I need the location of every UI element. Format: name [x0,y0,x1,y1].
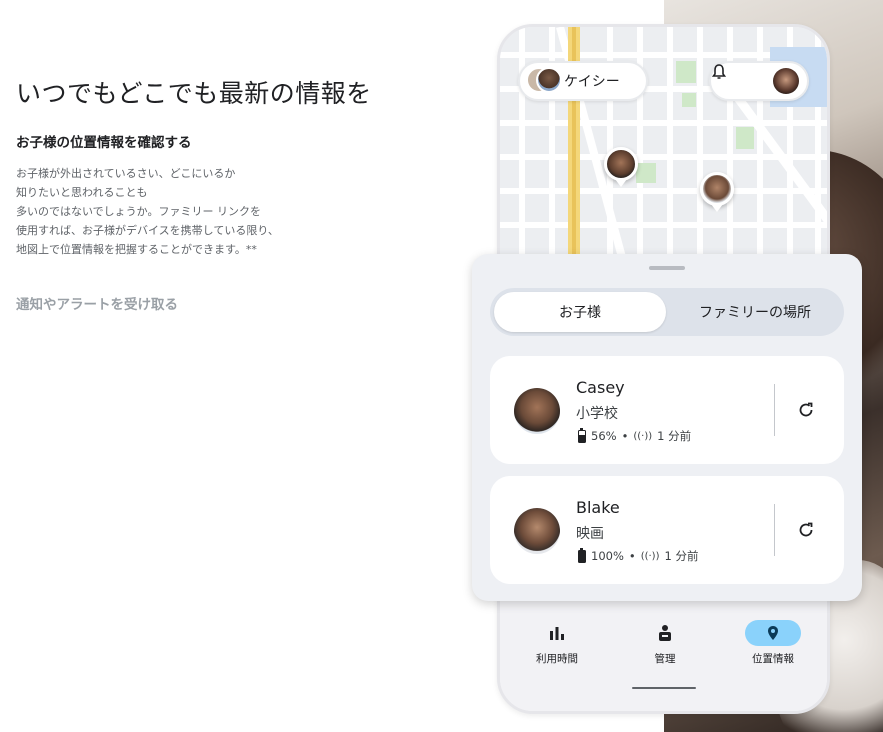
separator-dot: • [628,549,636,563]
nav-label: 利用時間 [536,653,578,665]
child-card-casey[interactable]: Casey 小学校 56% • ((·)) 1 分前 [490,356,844,464]
children-bottom-sheet: お子様 ファミリーの場所 Casey 小学校 56% • ((·)) 1 分前 … [472,254,862,601]
refresh-icon[interactable] [792,396,820,424]
tab-children[interactable]: お子様 [494,292,666,332]
body-line: お子様が外出されているさい、どこにいるか [16,167,236,180]
divider [774,504,775,556]
separator-dot: • [621,429,629,443]
map-pin-casey[interactable] [604,147,638,187]
bar-chart-icon [512,621,602,645]
avatar [514,508,560,554]
signal-icon: ((·)) [633,430,653,442]
account-avatar[interactable] [773,68,799,94]
child-card-blake[interactable]: Blake 映画 100% • ((·)) 1 分前 [490,476,844,584]
child-place: 映画 [576,526,604,542]
child-name: Blake [576,498,620,517]
battery-percent: 56% [591,429,617,443]
nav-item-screen-time[interactable]: 利用時間 [512,621,602,666]
last-updated: 1 分前 [664,549,699,563]
selected-child-name: ケイシー [564,74,620,90]
last-updated: 1 分前 [657,429,692,443]
battery-icon [578,427,586,443]
body-line: 知りたいと思われることも [16,186,148,199]
section-body: お子様が外出されているさい、どこにいるか 知りたいと思われることも 多いのではな… [16,164,279,259]
bell-icon-svg [711,64,727,79]
body-line: 多いのではないでしょうか。ファミリー リンクを [16,205,261,218]
child-name: Casey [576,378,625,397]
refresh-icon[interactable] [792,516,820,544]
active-indicator [745,620,801,646]
gesture-handle [631,687,696,689]
alerts-section-link[interactable]: 通知やアラートを受け取る [16,293,178,313]
map-pin-blake[interactable] [700,172,734,212]
nav-item-location[interactable]: 位置情報 [728,620,818,666]
avatar-stack [526,67,562,95]
section-title: お子様の位置情報を確認する [16,135,192,151]
body-line: 地図上で位置情報を把握することができます。** [16,243,257,256]
top-actions-pill [709,61,809,101]
avatar [536,67,562,93]
battery-icon [578,547,586,563]
signal-icon: ((·)) [640,550,660,562]
avatar [514,388,560,434]
page-headline: いつでもどこでも最新の情報を [16,79,372,108]
battery-percent: 100% [591,549,624,563]
child-status: 56% • ((·)) 1 分前 [578,427,692,444]
person-badge-icon [620,621,710,645]
nav-label: 管理 [654,653,676,665]
divider [774,384,775,436]
body-line: 使用すれば、お子様がデバイスを携帯している限り、 [16,224,279,237]
nav-label: 位置情報 [752,653,794,665]
tab-family-places[interactable]: ファミリーの場所 [670,292,840,332]
bottom-navigation: 利用時間 管理 位置情報 [500,601,827,711]
view-toggle: お子様 ファミリーの場所 [490,288,844,336]
location-pin-icon [728,620,818,646]
nav-item-manage[interactable]: 管理 [620,621,710,666]
child-status: 100% • ((·)) 1 分前 [578,547,699,564]
drag-handle[interactable] [649,266,685,270]
child-selector-pill[interactable]: ケイシー [518,61,648,101]
location-map[interactable]: ケイシー [500,27,827,287]
child-place: 小学校 [576,406,618,422]
